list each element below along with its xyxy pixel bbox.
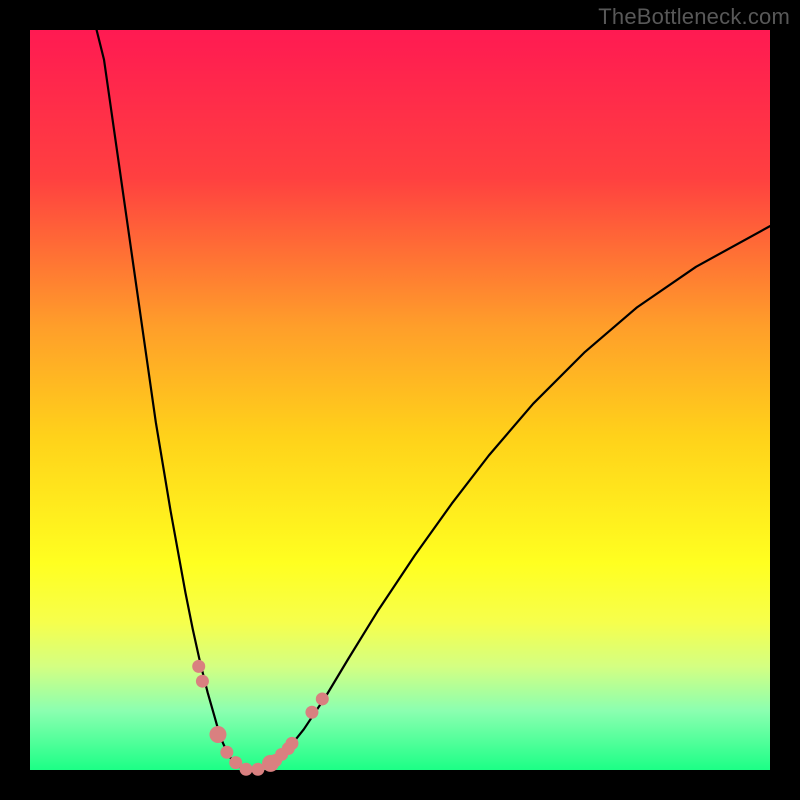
chart-svg [0, 0, 800, 800]
data-marker [220, 746, 233, 759]
watermark-text: TheBottleneck.com [598, 4, 790, 30]
plot-background [30, 30, 770, 770]
data-marker [192, 660, 205, 673]
data-marker [209, 726, 226, 743]
data-marker [285, 737, 298, 750]
data-marker [305, 706, 318, 719]
data-marker [240, 763, 253, 776]
data-marker [196, 675, 209, 688]
chart-root: TheBottleneck.com [0, 0, 800, 800]
data-marker [316, 692, 329, 705]
